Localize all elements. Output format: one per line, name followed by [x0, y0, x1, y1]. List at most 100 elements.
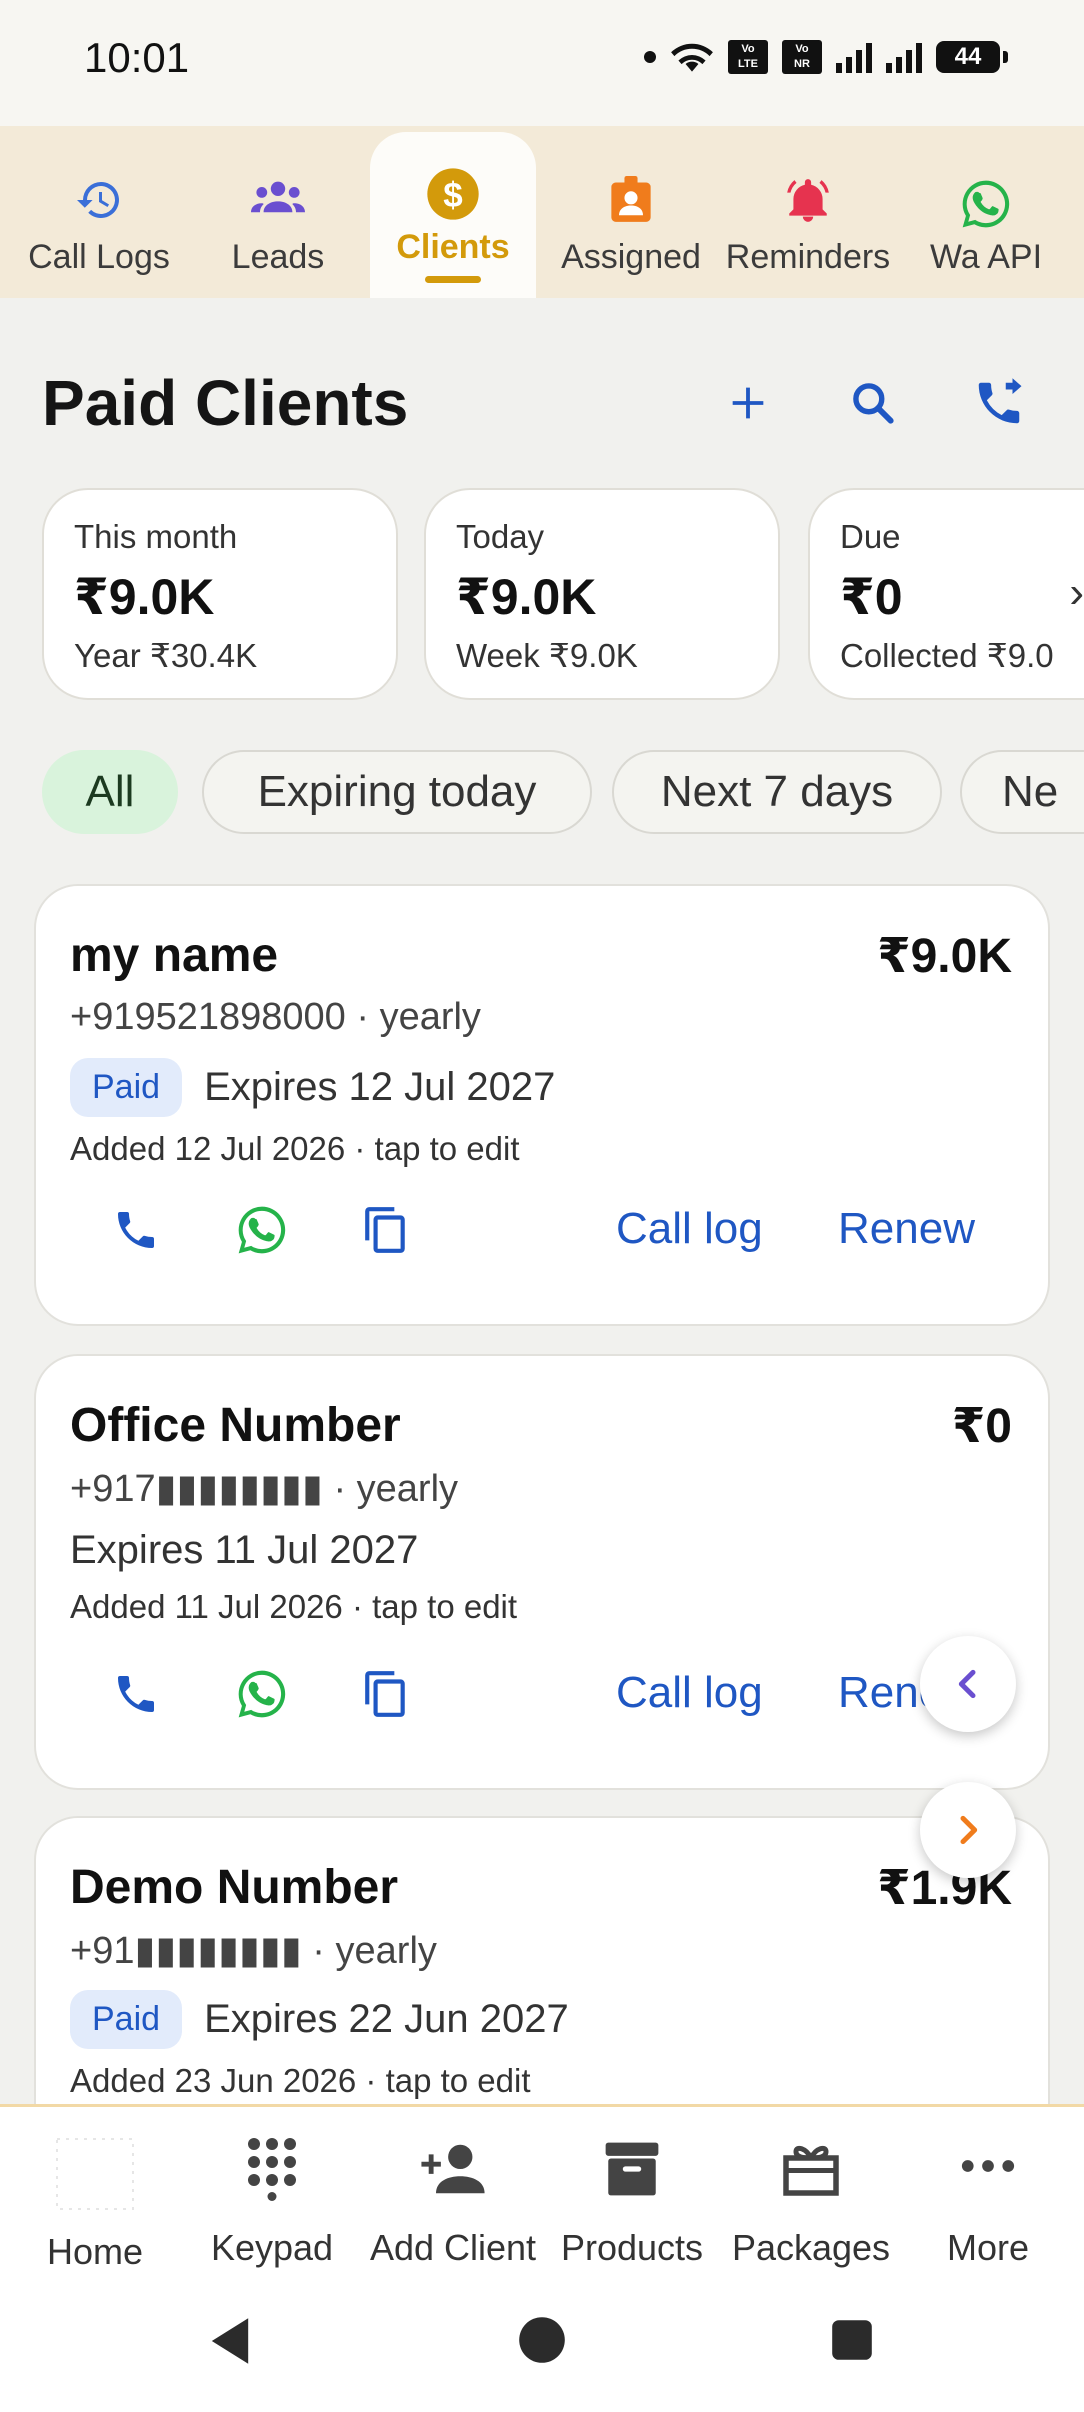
- filter-chip-expiring-today[interactable]: Expiring today: [202, 750, 592, 834]
- client-phone: +919521898000 · yearly: [70, 996, 481, 1038]
- phone-icon: [118, 1212, 154, 1248]
- filter-chips: All Expiring today Next 7 days Ne: [42, 750, 1084, 834]
- nav-add-client[interactable]: Add Client: [362, 2107, 544, 2283]
- home-icon: [55, 2137, 135, 2216]
- phone-forward-icon: [978, 378, 1022, 424]
- copy-icon: [365, 1671, 405, 1717]
- nav-keypad[interactable]: Keypad: [186, 2107, 358, 2283]
- whatsapp-button[interactable]: [232, 1200, 292, 1260]
- client-expiry-row: Paid Expires 22 Jun 2027: [70, 1990, 569, 2049]
- client-name: Office Number: [70, 1399, 401, 1452]
- recents-square-icon: [832, 2320, 872, 2360]
- client-expiry-row: Paid Expires 12 Jul 2027: [70, 1058, 555, 1117]
- client-expiry: Expires 11 Jul 2027: [70, 1528, 419, 1572]
- call-log-link[interactable]: Call log: [616, 1668, 763, 1718]
- home-circle-icon: [519, 2317, 565, 2363]
- nav-label: More: [946, 2227, 1030, 2268]
- nav-more[interactable]: More: [902, 2107, 1074, 2283]
- renew-link[interactable]: Renew: [838, 1204, 975, 1254]
- nav-label: Add Client: [369, 2227, 537, 2268]
- chevron-right-icon[interactable]: ›: [1069, 568, 1084, 618]
- whatsapp-button[interactable]: [232, 1664, 292, 1724]
- client-card[interactable]: Office Number ₹0 +917▮▮▮▮▮▮▮▮ · yearly E…: [34, 1354, 1050, 1790]
- tab-assigned[interactable]: Assigned: [548, 126, 714, 298]
- whatsapp-icon: [238, 1206, 286, 1254]
- gift-box-icon: [781, 2139, 841, 2202]
- whatsapp-icon: [238, 1670, 286, 1718]
- phone-icon: [118, 1676, 154, 1712]
- filter-chip-more[interactable]: Ne: [960, 750, 1084, 834]
- nav-home[interactable]: Home: [0, 2107, 190, 2283]
- stat-label: Due: [840, 518, 901, 555]
- client-name: Demo Number: [70, 1861, 399, 1914]
- bell-icon: [783, 176, 833, 231]
- home-system-button[interactable]: [518, 2316, 566, 2369]
- notification-dot-icon: [644, 51, 656, 63]
- badge-icon: [609, 176, 653, 229]
- nav-products[interactable]: Products: [544, 2107, 720, 2283]
- wifi-icon: [671, 43, 713, 72]
- signal2-icon: [886, 41, 922, 73]
- call-log-link[interactable]: Call log: [616, 1204, 763, 1254]
- client-expiry-row: Expires 11 Jul 2027: [70, 1528, 418, 1573]
- filter-chip-next-7-days[interactable]: Next 7 days: [612, 750, 942, 834]
- call-forward-button[interactable]: [966, 370, 1032, 436]
- tab-label: Assigned: [561, 238, 701, 276]
- scroll-prev-button[interactable]: [920, 1636, 1016, 1732]
- client-expiry: Expires 22 Jun 2027: [204, 1997, 569, 2041]
- copy-button[interactable]: [356, 1200, 416, 1260]
- tab-reminders[interactable]: Reminders: [722, 126, 894, 298]
- tab-clients[interactable]: $ Clients: [370, 132, 536, 298]
- battery-icon: 44: [936, 41, 1008, 73]
- search-button[interactable]: [840, 370, 906, 436]
- add-button[interactable]: [715, 370, 781, 436]
- search-icon: [853, 383, 894, 424]
- nav-packages[interactable]: Packages: [720, 2107, 902, 2283]
- stats-carousel[interactable]: This month ₹9.0K Year ₹30.4K Today ₹9.0K…: [42, 488, 1084, 702]
- status-badge: Paid: [70, 1990, 183, 2049]
- add-person-icon: [419, 2141, 487, 2202]
- tab-label: Leads: [231, 238, 325, 276]
- client-added: Added 11 Jul 2026 · tap to edit: [70, 1588, 518, 1625]
- tab-leads[interactable]: Leads: [198, 126, 358, 298]
- stat-card-today: Today ₹9.0K Week ₹9.0K: [424, 488, 780, 700]
- tab-label: Wa API: [929, 238, 1043, 276]
- status-time: 10:01: [84, 34, 190, 81]
- more-dots-icon: [961, 2159, 1015, 2178]
- tab-wa-api[interactable]: Wa API: [900, 126, 1072, 298]
- top-tab-bar: Call Logs Leads $ Clients Assigned Remin…: [0, 126, 1084, 298]
- plus-icon: [732, 387, 764, 419]
- stat-sub: Collected ₹9.0: [840, 637, 1054, 674]
- tab-label: Clients: [396, 228, 510, 266]
- client-name: my name: [70, 929, 279, 982]
- stat-label: Today: [456, 518, 545, 555]
- chevron-left-icon: [958, 1669, 976, 1699]
- call-button[interactable]: [106, 1200, 166, 1260]
- system-nav-bar: [0, 2280, 1084, 2412]
- copy-button[interactable]: [356, 1664, 416, 1724]
- client-expiry: Expires 12 Jul 2027: [204, 1065, 556, 1109]
- tab-call-logs[interactable]: Call Logs: [0, 126, 198, 298]
- sim2-icon: Vo NR: [782, 40, 822, 74]
- client-added: Added 12 Jul 2026 · tap to edit: [70, 1130, 520, 1167]
- nav-label: Keypad: [210, 2227, 334, 2268]
- filter-chip-all[interactable]: All: [42, 750, 178, 834]
- scroll-next-button[interactable]: [920, 1782, 1016, 1878]
- call-button[interactable]: [106, 1664, 166, 1724]
- nav-label: Products: [560, 2227, 704, 2268]
- bottom-nav: Home Keypad Add Client Products Packages…: [0, 2104, 1084, 2280]
- back-button[interactable]: [206, 2316, 254, 2371]
- client-card[interactable]: my name ₹9.0K +919521898000 · yearly Pai…: [34, 884, 1050, 1326]
- client-amount: ₹9.0K: [877, 930, 1012, 983]
- page-title: Paid Clients: [42, 367, 409, 439]
- client-phone: +91▮▮▮▮▮▮▮▮ · yearly: [70, 1930, 437, 1972]
- status-bar: 10:01 Vo LTE Vo NR 44: [0, 0, 1084, 126]
- sim1-icon: Vo LTE: [728, 40, 768, 74]
- copy-icon: [365, 1207, 405, 1253]
- tab-label: Reminders: [725, 238, 891, 276]
- stat-value: ₹9.0K: [456, 569, 597, 625]
- stat-value: ₹9.0K: [74, 569, 215, 625]
- recents-button[interactable]: [830, 2318, 874, 2367]
- whatsapp-icon: [958, 176, 1014, 237]
- dollar-icon: $: [425, 166, 481, 227]
